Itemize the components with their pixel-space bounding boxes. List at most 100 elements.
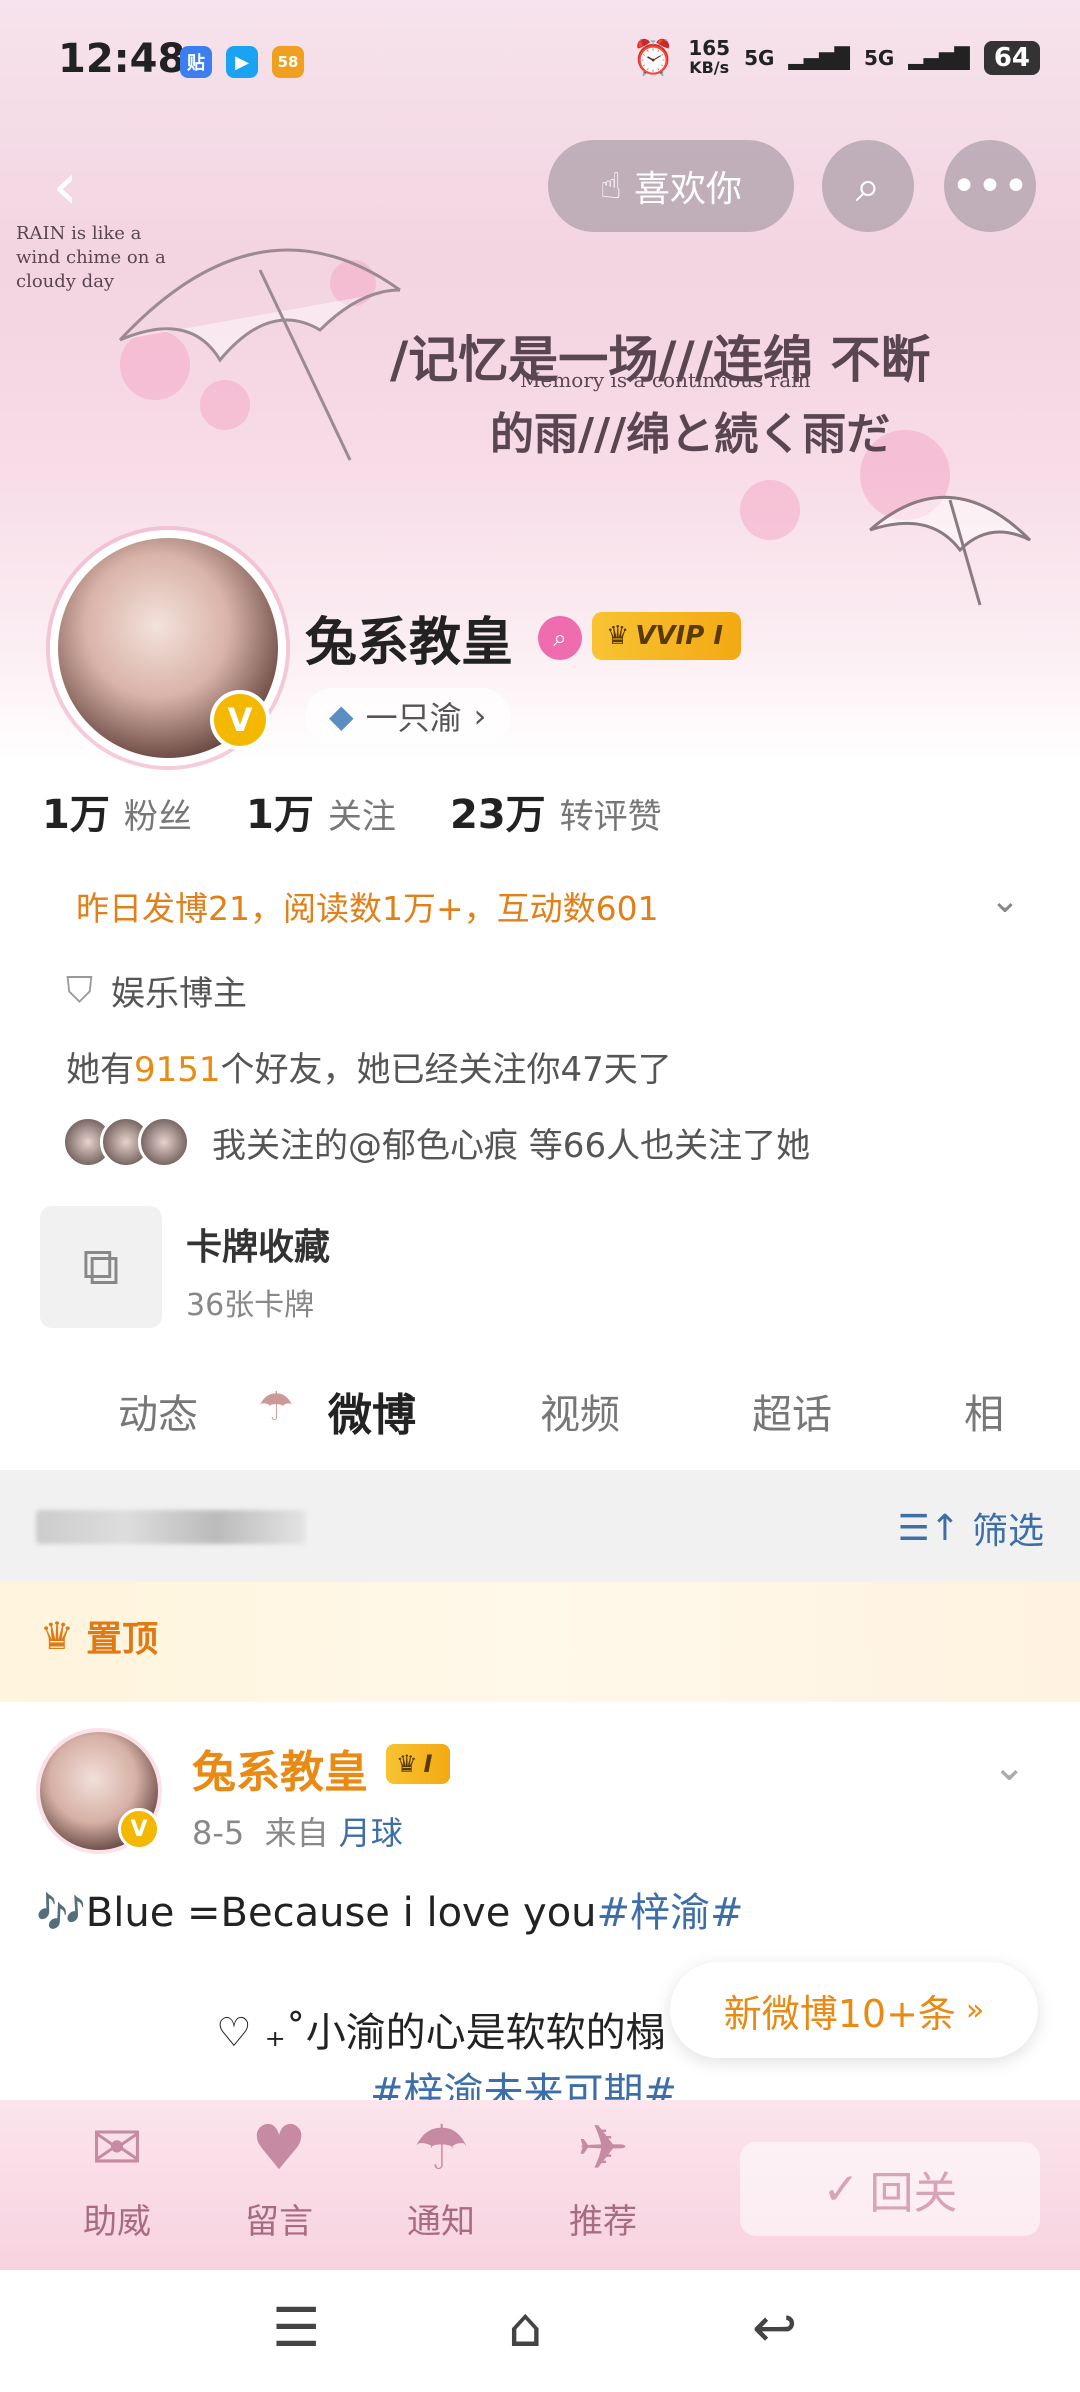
chevron-right-icon: ›	[473, 697, 487, 735]
like-you-button[interactable]: ☝ 喜欢你	[548, 140, 794, 232]
vip-badge[interactable]: ♛ I	[386, 1744, 451, 1784]
friends-count: 9151	[134, 1050, 221, 1090]
double-chevron-down-icon: »	[965, 1992, 985, 2028]
filter-label: 筛选	[971, 1511, 1044, 1552]
umbrella-illustration-small	[869, 495, 1032, 606]
post-text-line: ♡ ₊˚小渝的心是软软的榻	[216, 2010, 666, 2056]
blurred-tabs-placeholder	[36, 1510, 306, 1544]
stat-following[interactable]: 1万 关注	[246, 782, 396, 840]
post-text-line: 🎶Blue =Because i love you#梓渝#	[36, 1880, 744, 1938]
verified-badge-icon: V	[118, 1808, 160, 1850]
stat-number: 23万	[450, 792, 546, 838]
follow-back-button[interactable]: ✓ 回关	[740, 2142, 1040, 2236]
status-bar: 12:48 贴 ▶ 58 ⏰ 165 KB/s 5G ▂▄▆█ 5G ▂▄▆█ …	[0, 0, 1080, 120]
super-topic-badge-icon[interactable]: ⌕	[538, 616, 582, 660]
home-icon[interactable]: ⌂	[508, 2296, 542, 2359]
tab-super-topic[interactable]: 超话	[752, 1382, 832, 1440]
mutual-avatars	[62, 1116, 190, 1168]
back-nav-icon[interactable]: ↩	[752, 2296, 797, 2359]
filter-button[interactable]: ☰↑ 筛选	[898, 1502, 1044, 1554]
menu-icon[interactable]: ☰	[272, 2296, 320, 2359]
friends-info: 她有9151个好友，她已经关注你47天了	[66, 1042, 672, 1091]
net-speed: 165 KB/s	[688, 38, 730, 78]
verified-badge-icon: V	[210, 690, 270, 750]
search-icon: ⌕	[855, 160, 881, 212]
status-time: 12:48	[58, 36, 186, 82]
message-icon: ♥	[251, 2111, 307, 2184]
tab-dynamic[interactable]: 动态	[118, 1382, 198, 1440]
stat-number: 1万	[42, 792, 110, 838]
post-text: 🎶Blue =Because i love you	[36, 1890, 597, 1936]
tab-weibo[interactable]: 微博	[328, 1379, 416, 1443]
more-button[interactable]: •••	[944, 140, 1036, 232]
battery-indicator: 64	[983, 41, 1040, 75]
back-icon[interactable]: ‹	[30, 150, 100, 224]
vip-level: I	[423, 1750, 433, 1778]
signal-bars-icon: ▂▄▆█	[908, 46, 970, 70]
activity-summary: 昨日发博21，阅读数1万+，互动数601	[76, 889, 659, 928]
signal-5g-2: 5G	[863, 46, 895, 70]
chevron-down-icon[interactable]: ⌄	[992, 1744, 1026, 1790]
action-recommend[interactable]: ✈ 推荐	[538, 2108, 668, 2243]
mutual-followers[interactable]: 我关注的@郁色心痕 等66人也关注了她	[62, 1116, 810, 1168]
stat-followers[interactable]: 1万 粉丝	[42, 782, 192, 840]
stat-label: 关注	[327, 797, 396, 837]
signal-bars-icon: ▂▄▆█	[788, 46, 850, 70]
crown-icon: ♛	[396, 1750, 418, 1778]
follow-back-label: 回关	[869, 2168, 958, 2219]
stat-label: 粉丝	[123, 797, 192, 837]
action-label: 留言	[245, 2202, 313, 2242]
card-collection-title[interactable]: 卡牌收藏	[186, 1218, 330, 1270]
more-dots-icon: •••	[951, 160, 1029, 212]
fan-group-chip[interactable]: ◆ 一只渝 ›	[305, 688, 511, 744]
58-app-icon: 58	[272, 46, 304, 78]
shield-icon: ⛉	[66, 969, 94, 1011]
action-notify[interactable]: ☂ 通知	[376, 2108, 506, 2243]
alarm-icon: ⏰	[631, 38, 675, 78]
chevron-down-icon[interactable]: ⌄	[990, 880, 1020, 921]
petal-decoration	[740, 480, 800, 540]
video-app-icon: ▶	[226, 46, 258, 78]
pinned-banner	[0, 1582, 1080, 1702]
search-button[interactable]: ⌕	[822, 140, 914, 232]
avatar	[138, 1116, 190, 1168]
action-message[interactable]: ♥ 留言	[214, 2108, 344, 2243]
signal-5g-1: 5G	[744, 46, 775, 70]
vip-badge[interactable]: ♛ VVIP I	[592, 612, 742, 660]
post-from: 来自	[264, 1814, 329, 1852]
action-label: 通知	[407, 2202, 475, 2242]
profile-tabs: 动态 ☂ 微博 视频 超话 相	[0, 1356, 1080, 1466]
vip-label: VVIP I	[635, 621, 724, 651]
action-cheer[interactable]: ✉ 助威	[52, 2108, 182, 2243]
fan-group-label: 一只渝	[365, 699, 462, 737]
cheer-icon: ✉	[91, 2111, 143, 2184]
banner-small-text: RAIN is like a wind chime on a cloudy da…	[16, 223, 166, 292]
crown-icon: ♛	[606, 621, 630, 651]
umbrella-icon: ☂	[258, 1384, 294, 1430]
new-posts-label: 新微博10+条	[723, 1991, 956, 2036]
pinned-label: 置顶	[86, 1619, 159, 1660]
post-source[interactable]: 月球	[339, 1814, 403, 1852]
status-right-group: ⏰ 165 KB/s 5G ▂▄▆█ 5G ▂▄▆█ 64	[632, 38, 1040, 78]
post-date: 8-5	[192, 1814, 245, 1852]
role-label: 娱乐博主	[111, 974, 248, 1014]
profile-name: 兔系教皇	[305, 613, 514, 673]
paper-crane-icon: ✈	[577, 2111, 629, 2184]
post-topic-link[interactable]: #梓渝#	[597, 1890, 744, 1936]
tieba-app-icon: 贴	[180, 46, 212, 78]
card-collection-count: 36张卡牌	[186, 1288, 315, 1323]
new-posts-button[interactable]: 新微博10+条 »	[670, 1962, 1038, 2058]
action-label: 助威	[83, 2202, 151, 2242]
role-row: ⛉ 娱乐博主	[66, 966, 247, 1015]
post-author-name[interactable]: 兔系教皇	[192, 1736, 368, 1800]
fish-icon: ◆	[329, 697, 354, 735]
banner-subtitle: 的雨///绵と続く雨だ	[490, 409, 891, 460]
pinned-label-group: ♛ 置顶	[40, 1610, 158, 1662]
tab-album[interactable]: 相	[964, 1382, 1004, 1440]
mutual-text: 我关注的@郁色心痕 等66人也关注了她	[212, 1125, 811, 1166]
tab-video[interactable]: 视频	[540, 1382, 620, 1440]
card-collection-icon[interactable]: ⧉	[40, 1206, 162, 1328]
hand-heart-icon: ☝	[600, 165, 622, 207]
stat-interactions[interactable]: 23万 转评赞	[450, 782, 662, 840]
umbrella-icon: ☂	[413, 2111, 469, 2184]
